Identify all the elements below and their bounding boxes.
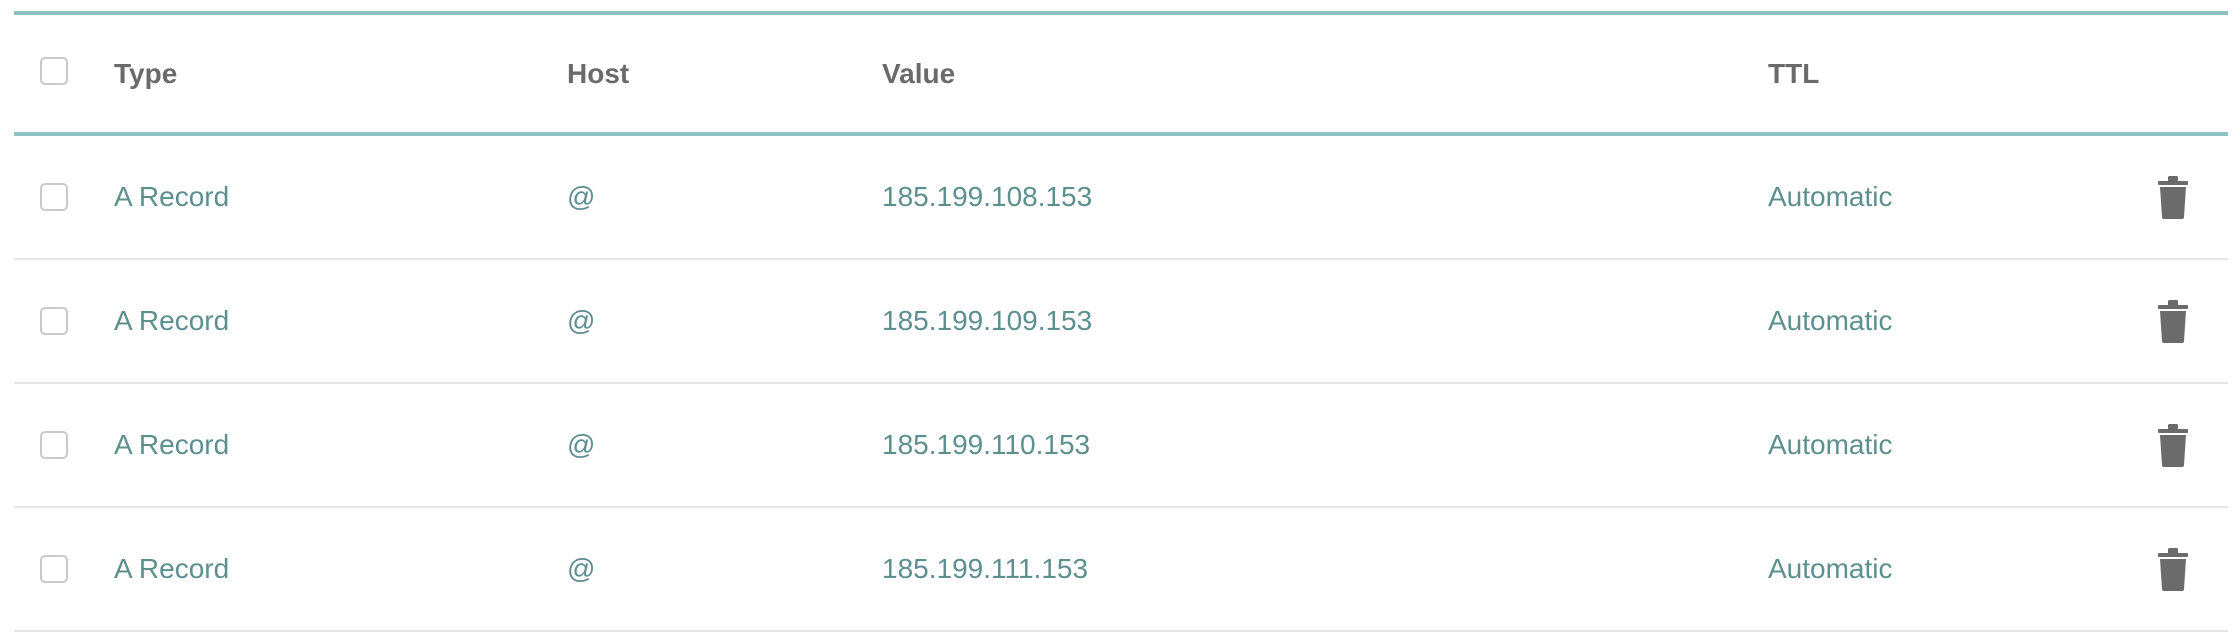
column-header-type[interactable]: Type [114,15,177,132]
record-type: A Record [114,305,230,336]
record-host: @ [567,305,596,336]
table-row: A Record @ 185.199.108.153 Automatic [14,136,2228,260]
record-type: A Record [114,553,230,584]
record-host: @ [567,429,596,460]
row-select-checkbox[interactable] [40,431,68,459]
table-row: A Record @ 185.199.111.153 Automatic [14,508,2228,632]
record-host: @ [567,553,596,584]
record-ttl: Automatic [1768,305,1893,336]
record-type: A Record [114,181,230,212]
row-select-checkbox[interactable] [40,183,68,211]
table-row: A Record @ 185.199.109.153 Automatic [14,260,2228,384]
column-header-ttl[interactable]: TTL [1768,15,1819,132]
record-value: 185.199.108.153 [882,181,1093,212]
record-ttl: Automatic [1768,181,1893,212]
record-value: 185.199.111.153 [882,553,1089,584]
trash-icon[interactable] [2156,175,2190,219]
table-header: Type Host Value TTL [14,15,2228,132]
row-select-checkbox[interactable] [40,555,68,583]
record-value: 185.199.110.153 [882,429,1091,460]
select-all-checkbox[interactable] [40,57,68,85]
record-value: 185.199.109.153 [882,305,1093,336]
record-host: @ [567,181,596,212]
row-select-checkbox[interactable] [40,307,68,335]
trash-icon[interactable] [2156,423,2190,467]
column-header-value[interactable]: Value [882,15,955,132]
trash-icon[interactable] [2156,299,2190,343]
trash-icon[interactable] [2156,547,2190,591]
column-header-host[interactable]: Host [567,15,629,132]
table-row: A Record @ 185.199.110.153 Automatic [14,384,2228,508]
record-type: A Record [114,429,230,460]
record-ttl: Automatic [1768,553,1893,584]
record-ttl: Automatic [1768,429,1893,460]
